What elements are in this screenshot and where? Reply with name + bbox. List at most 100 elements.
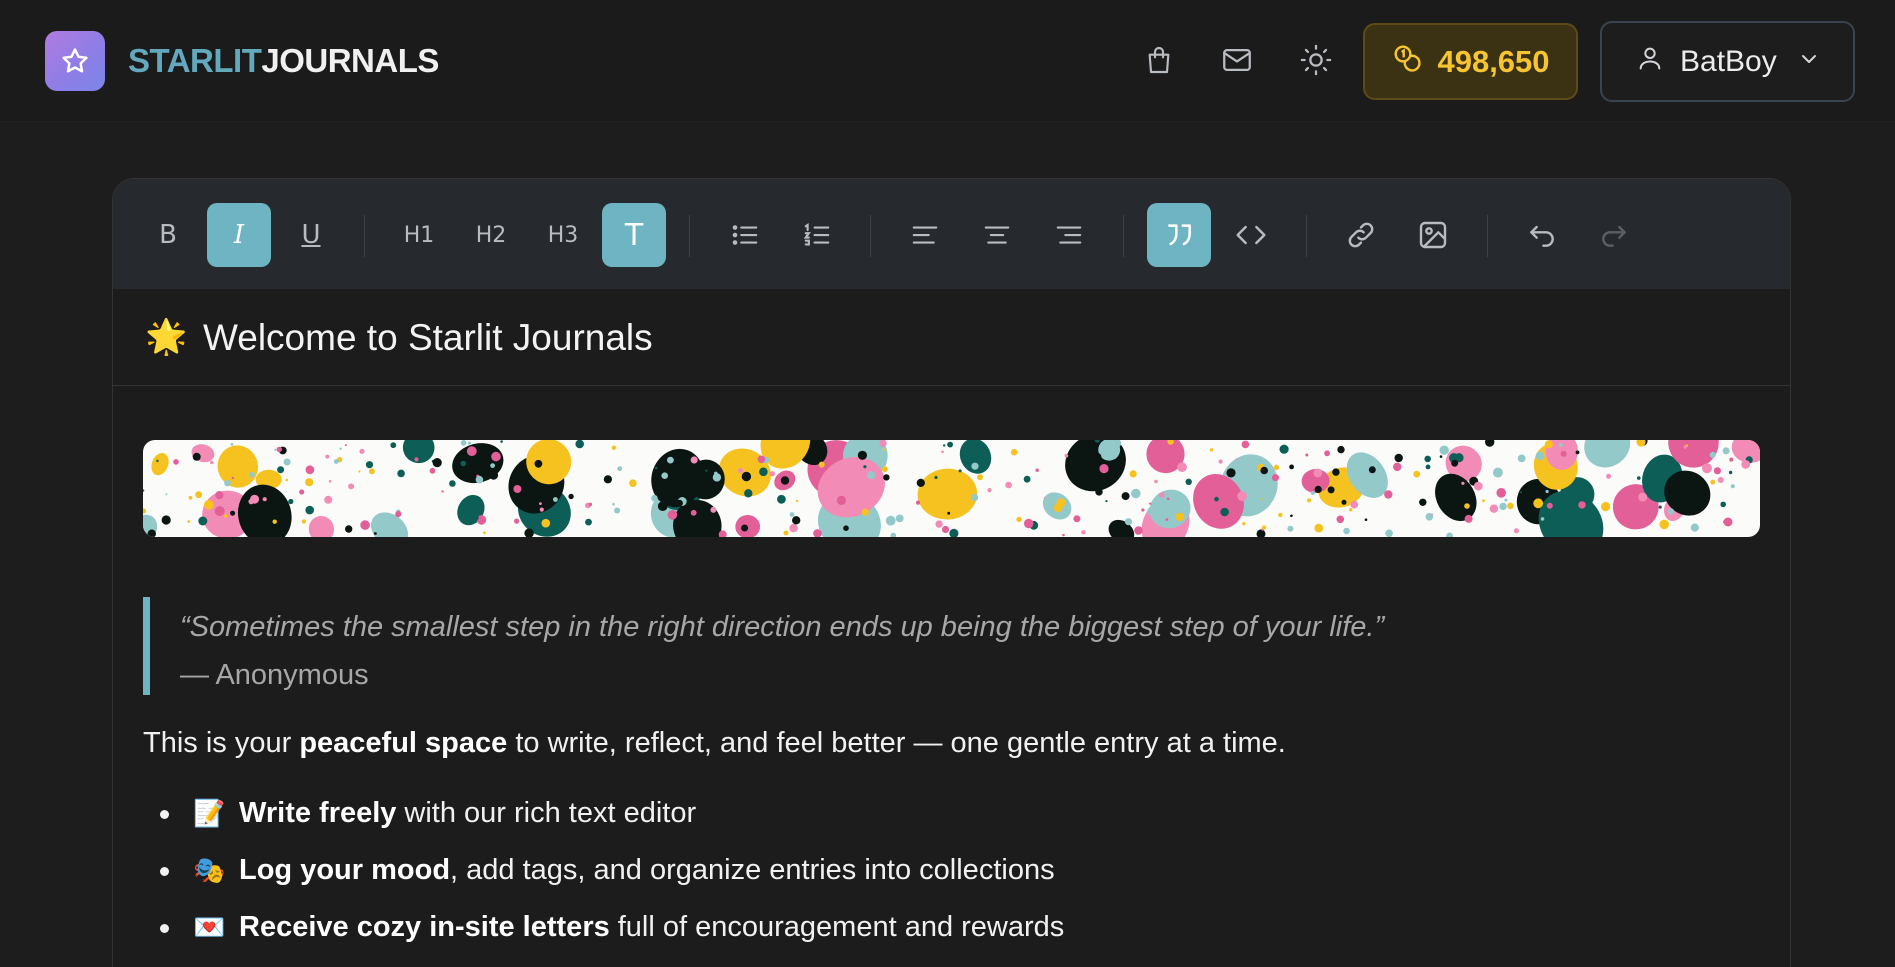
terrazzo-speck (789, 523, 798, 533)
terrazzo-speck (1461, 481, 1465, 485)
bullet-dot (160, 867, 169, 876)
terrazzo-speck (483, 531, 486, 535)
entry-title[interactable]: Welcome to Starlit Journals (203, 317, 653, 359)
terrazzo-speck (1638, 492, 1648, 502)
intro-paragraph[interactable]: This is your peaceful space to write, re… (143, 727, 1286, 760)
italic-icon: I (233, 220, 245, 250)
redo-button[interactable] (1582, 203, 1646, 267)
heading-3-button[interactable]: H3 (531, 203, 595, 267)
list-item[interactable]: 🎭 Log your mood, add tags, and organize … (143, 842, 1064, 899)
terrazzo-speck (195, 491, 203, 499)
terrazzo-speck (759, 467, 768, 477)
terrazzo-speck (777, 494, 786, 504)
terrazzo-speck (1473, 481, 1483, 491)
terrazzo-speck (1666, 474, 1669, 477)
terrazzo-speck (460, 460, 467, 467)
terrazzo-speck (535, 453, 541, 459)
terrazzo-speck (230, 510, 236, 516)
terrazzo-speck (1717, 477, 1724, 483)
terrazzo-speck (1683, 445, 1687, 449)
terrazzo-speck (916, 500, 921, 505)
list-item[interactable]: 💌 Receive cozy in-site letters full of en… (143, 899, 1064, 956)
terrazzo-speck (272, 519, 277, 524)
bullet-list-button[interactable] (713, 203, 777, 267)
terrazzo-speck (1073, 515, 1081, 523)
code-button[interactable] (1219, 203, 1283, 267)
toolbar-divider (1123, 215, 1124, 257)
blockquote-button[interactable] (1147, 203, 1211, 267)
terrazzo-speck (262, 497, 267, 502)
link-button[interactable] (1329, 203, 1393, 267)
journal-editor: B I U H1 H2 H3 T 🌟 Welcome to Starlit Jo… (112, 178, 1791, 967)
terrazzo-speck (1720, 501, 1726, 508)
user-menu-button[interactable]: BatBoy (1600, 21, 1855, 102)
shopping-bag-icon[interactable] (1139, 40, 1179, 80)
terrazzo-speck (1081, 530, 1086, 535)
align-left-button[interactable] (893, 203, 957, 267)
feature-list: 📝 Write freely with our rich text editor … (143, 785, 1064, 956)
coin-balance-button[interactable]: 498,650 (1363, 23, 1578, 100)
terrazzo-speck (934, 475, 938, 480)
align-center-button[interactable] (965, 203, 1029, 267)
terrazzo-speck (895, 514, 904, 523)
list-item[interactable]: 📝 Write freely with our rich text editor (143, 785, 1064, 842)
bold-button[interactable]: B (136, 203, 200, 267)
toolbar-divider (364, 215, 365, 257)
terrazzo-speck (1368, 466, 1376, 474)
terrazzo-speck (1010, 448, 1018, 456)
terrazzo-speck (1287, 525, 1294, 532)
terrazzo-speck (1658, 505, 1662, 509)
terrazzo-speck (1637, 476, 1641, 480)
terrazzo-speck (867, 471, 876, 480)
terrazzo-speck (712, 473, 722, 482)
entry-title-row[interactable]: 🌟 Welcome to Starlit Journals (113, 289, 1790, 386)
terrazzo-speck (305, 465, 315, 475)
terrazzo-speck (977, 474, 983, 481)
terrazzo-speck (947, 441, 953, 448)
terrazzo-speck (575, 440, 584, 449)
terrazzo-speck (339, 447, 342, 450)
terrazzo-speck (1307, 498, 1312, 503)
undo-button[interactable] (1510, 203, 1574, 267)
image-button[interactable] (1401, 203, 1465, 267)
terrazzo-speck (916, 478, 925, 487)
terrazzo-speck (198, 516, 208, 526)
blockquote[interactable]: “Sometimes the smallest step in the righ… (143, 597, 1743, 695)
terrazzo-chip (308, 515, 335, 537)
toolbar-divider (1306, 215, 1307, 257)
terrazzo-speck (1099, 464, 1109, 474)
terrazzo-speck (1241, 440, 1250, 449)
terrazzo-speck (611, 445, 617, 450)
terrazzo-speck (1214, 496, 1219, 502)
terrazzo-speck (143, 508, 147, 514)
terrazzo-speck (1560, 450, 1567, 457)
sun-icon[interactable] (1296, 40, 1336, 80)
terrazzo-speck (203, 499, 214, 510)
align-right-icon (1056, 226, 1082, 244)
align-right-button[interactable] (1037, 203, 1101, 267)
align-center-icon (984, 226, 1010, 244)
logo-star-icon[interactable] (45, 31, 105, 91)
underline-button[interactable]: U (279, 203, 343, 267)
italic-button[interactable]: I (207, 203, 271, 267)
terrazzo-speck (935, 520, 943, 528)
terrazzo-speck (1439, 455, 1443, 458)
terrazzo-speck (1540, 517, 1545, 521)
terrazzo-speck (1713, 467, 1721, 475)
numbered-list-button[interactable] (785, 203, 849, 267)
heading-2-button[interactable]: H2 (459, 203, 523, 267)
terrazzo-speck (1622, 507, 1630, 515)
terrazzo-speck (1430, 513, 1434, 516)
terrazzo-speck (1535, 451, 1545, 461)
terrazzo-speck (1327, 486, 1335, 494)
heading-1-button[interactable]: H1 (387, 203, 451, 267)
terrazzo-speck (1482, 499, 1485, 503)
mail-icon[interactable] (1217, 40, 1257, 80)
paragraph-button[interactable]: T (602, 203, 666, 267)
brand-name[interactable]: STARLITJOURNALS (128, 42, 439, 80)
terrazzo-speck (429, 467, 436, 474)
terrazzo-speck (1209, 448, 1214, 452)
terrazzo-speck (971, 462, 979, 470)
terrazzo-speck (1544, 440, 1553, 449)
heading-2-icon: H2 (475, 222, 507, 248)
